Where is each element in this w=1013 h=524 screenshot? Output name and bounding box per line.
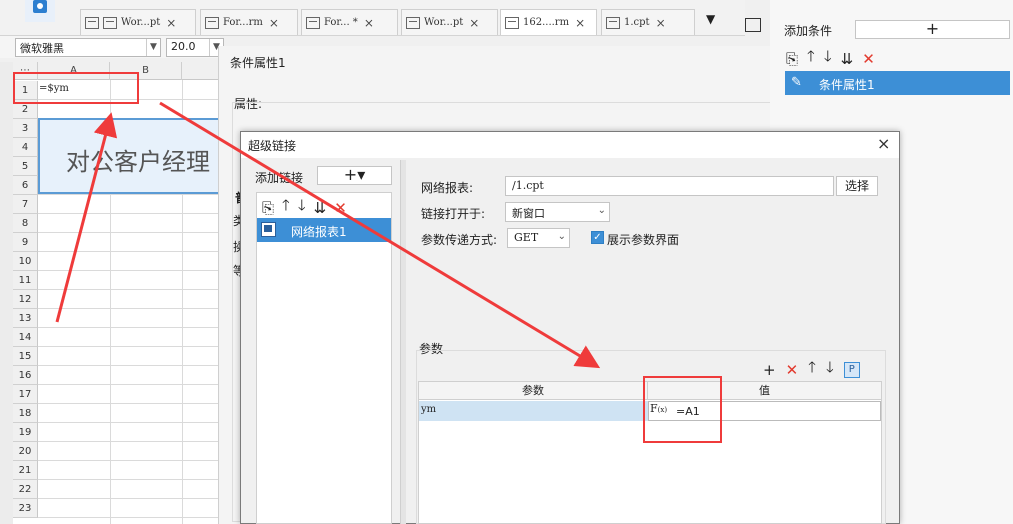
annotation-arrows — [55, 101, 601, 369]
annotation-arrow-diagonal — [159, 101, 601, 369]
annotation-arrow-up — [55, 112, 118, 323]
